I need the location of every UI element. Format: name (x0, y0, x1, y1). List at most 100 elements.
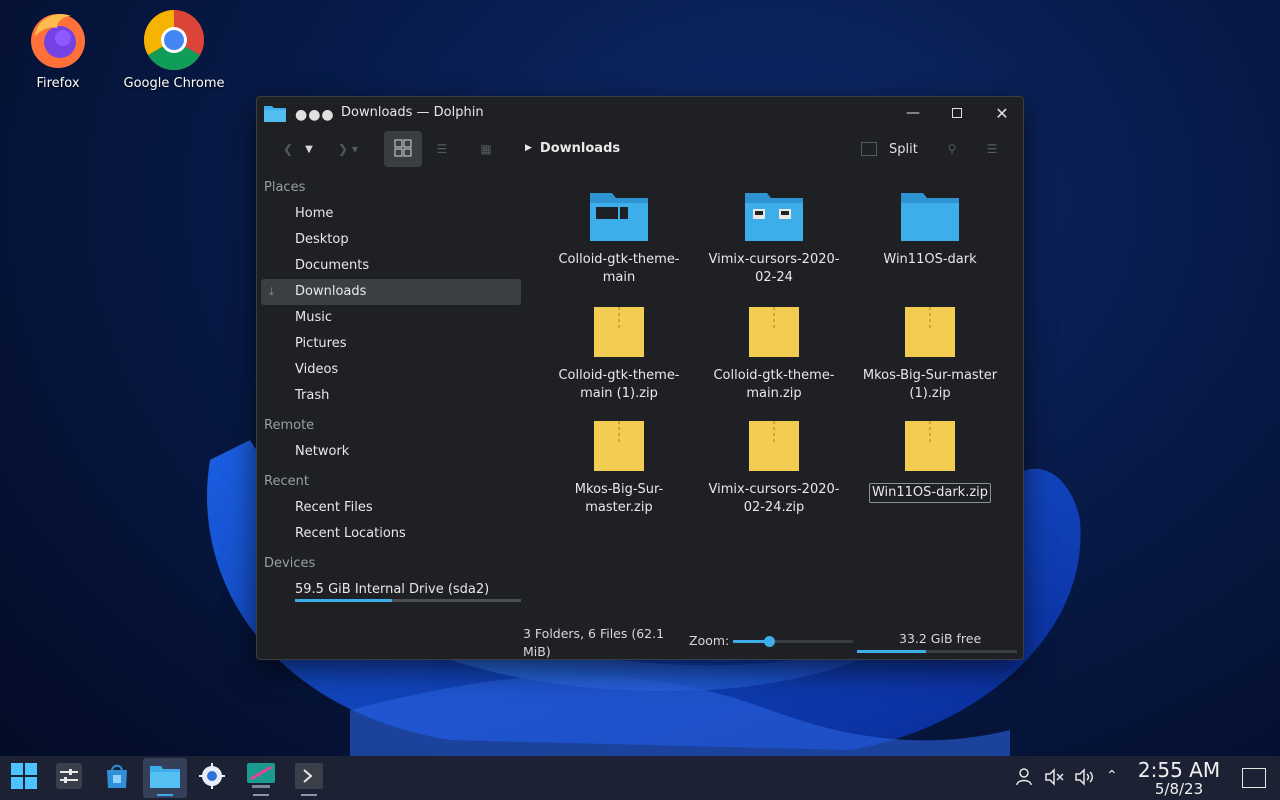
hamburger-menu-icon: ☰ (986, 142, 998, 156)
chevron-up-icon[interactable]: ⌃ (1106, 768, 1118, 784)
folder-item[interactable]: Win11OS-dark (860, 187, 1000, 269)
close-icon: ✕ (995, 103, 1009, 123)
grid-view-icon (394, 139, 412, 160)
taskbar-dolphin[interactable] (143, 758, 187, 798)
zip-file-item[interactable]: Mkos-Big-Sur-master.zip (549, 417, 689, 517)
minimize-button[interactable]: — (900, 101, 926, 125)
zip-archive-icon (901, 417, 959, 475)
desktop-icon-firefox[interactable]: Firefox (3, 8, 113, 91)
taskbar-discover[interactable] (95, 758, 139, 798)
zip-file-item[interactable]: Vimix-cursors-2020-02-24.zip (704, 417, 844, 517)
zoom-slider-handle[interactable] (764, 636, 775, 647)
file-view[interactable]: Colloid-gtk-theme-main Vimix-cursors-2020… (525, 175, 1025, 623)
folder-icon (901, 187, 959, 245)
folder-item[interactable]: Colloid-gtk-theme-main (549, 187, 689, 287)
running-indicator (253, 794, 269, 796)
documents-icon (269, 259, 283, 273)
zoom-slider[interactable] (733, 636, 853, 647)
drive-usage-bar (295, 599, 521, 602)
remote-section-header: Remote (264, 418, 315, 433)
minimize-icon: — (906, 105, 920, 121)
zip-file-item[interactable]: Win11OS-dark.zip (860, 417, 1000, 503)
folder-item[interactable]: Vimix-cursors-2020-02-24 (704, 187, 844, 287)
forward-arrow-icon: ❯ ▾ (338, 142, 358, 156)
zip-archive-icon (590, 417, 648, 475)
maximize-button[interactable] (944, 101, 970, 125)
free-space-fill (857, 650, 926, 653)
show-desktop-button[interactable] (1242, 768, 1266, 788)
desktop-icon-chrome[interactable]: Google Chrome (119, 8, 229, 91)
file-name: Vimix-cursors-2020-02-24.zip (708, 482, 840, 515)
zip-file-item[interactable]: Colloid-gtk-theme-main (1).zip (549, 303, 689, 403)
file-name: Colloid-gtk-theme-main (1).zip (558, 368, 680, 401)
details-view-icon: ▦ (480, 142, 492, 156)
compact-view-button[interactable]: ☰ (423, 131, 461, 167)
globe-network-icon (197, 761, 227, 795)
file-name: Win11OS-dark.zip (868, 483, 992, 503)
zoom-label: Zoom: (689, 633, 730, 648)
sidebar-item-music[interactable]: Music (261, 305, 521, 331)
desktop-icon-label: Google Chrome (123, 76, 225, 91)
sidebar-item-recent-files[interactable]: Recent Files (261, 495, 521, 521)
sidebar-item-recent-locations[interactable]: Recent Locations (261, 521, 521, 547)
sidebar-item-home[interactable]: Home (261, 201, 521, 227)
sidebar-item-videos[interactable]: Videos (261, 357, 521, 383)
file-name: Vimix-cursors-2020-02-24 (708, 252, 840, 285)
back-history-dropdown[interactable]: ▼ (291, 131, 327, 167)
taskbar-terminal[interactable] (287, 758, 331, 798)
sidebar-item-documents[interactable]: Documents (261, 253, 521, 279)
breadcrumb[interactable]: ▶ Downloads (525, 141, 620, 156)
hamburger-menu-button[interactable]: ☰ (973, 131, 1011, 167)
zip-archive-icon (901, 303, 959, 361)
recent-files-icon (269, 501, 283, 515)
sidebar-item-internal-drive[interactable]: 59.5 GiB Internal Drive (sda2) (261, 577, 521, 607)
sidebar-item-network[interactable]: Network (261, 439, 521, 465)
details-view-button[interactable]: ▦ (467, 131, 505, 167)
split-label: Split (889, 141, 918, 157)
taskbar-kde-connect[interactable] (190, 758, 234, 798)
zip-archive-icon (590, 303, 648, 361)
sidebar-item-pictures[interactable]: Pictures (261, 331, 521, 357)
home-icon (269, 207, 283, 221)
toolbar: ❮ ▼ ❯ ▾ ☰ ▦ ▶ Downloads Split ⚲ ☰ (257, 129, 1023, 173)
free-space-label: 33.2 GiB free (899, 631, 982, 646)
devices-section-header: Devices (264, 556, 316, 571)
split-view-icon (861, 142, 877, 156)
forward-button[interactable]: ❯ ▾ (329, 131, 367, 167)
file-name: Win11OS-dark (883, 252, 977, 267)
file-name: Mkos-Big-Sur-master.zip (574, 482, 664, 515)
window-menu-dots[interactable]: ●●● (295, 107, 335, 123)
sidebar-item-desktop[interactable]: Desktop (261, 227, 521, 253)
mic-muted-icon[interactable] (1044, 768, 1064, 790)
file-name: Colloid-gtk-theme-main (558, 252, 680, 285)
search-button[interactable]: ⚲ (933, 131, 971, 167)
windows-start-icon (10, 762, 38, 794)
zip-file-item[interactable]: Mkos-Big-Sur-master (1).zip (860, 303, 1000, 403)
split-button[interactable]: Split (861, 133, 918, 165)
title-bar[interactable]: ●●● Downloads — Dolphin — ✕ (257, 97, 1023, 129)
terminal-icon (294, 762, 324, 794)
places-section-header: Places (264, 180, 306, 195)
start-menu-button[interactable] (2, 758, 46, 798)
clock-time[interactable]: 2:55 AM (1134, 758, 1224, 782)
zip-file-item[interactable]: Colloid-gtk-theme-main.zip (704, 303, 844, 403)
sidebar-item-downloads[interactable]: ⤓ Downloads (261, 279, 521, 305)
window-title: Downloads — Dolphin (341, 105, 484, 120)
file-name: Mkos-Big-Sur-master (1).zip (862, 368, 998, 401)
volume-icon[interactable] (1074, 768, 1096, 790)
chevron-down-icon: ▼ (305, 143, 313, 155)
folder-icon (590, 187, 648, 245)
clock-date[interactable]: 5/8/23 (1134, 780, 1224, 798)
folder-icon (264, 104, 286, 122)
icons-view-button[interactable] (384, 131, 422, 167)
shopping-bag-icon (104, 762, 130, 794)
breadcrumb-current[interactable]: Downloads (540, 141, 620, 156)
close-button[interactable]: ✕ (989, 101, 1015, 125)
sidebar-item-trash[interactable]: Trash (261, 383, 521, 409)
user-switch-icon[interactable] (1016, 768, 1034, 790)
settings-sliders-icon (55, 762, 83, 794)
zip-archive-icon (745, 303, 803, 361)
taskbar-settings[interactable] (47, 758, 91, 798)
taskbar-kdenlive[interactable] (239, 758, 283, 798)
music-icon (269, 311, 283, 325)
